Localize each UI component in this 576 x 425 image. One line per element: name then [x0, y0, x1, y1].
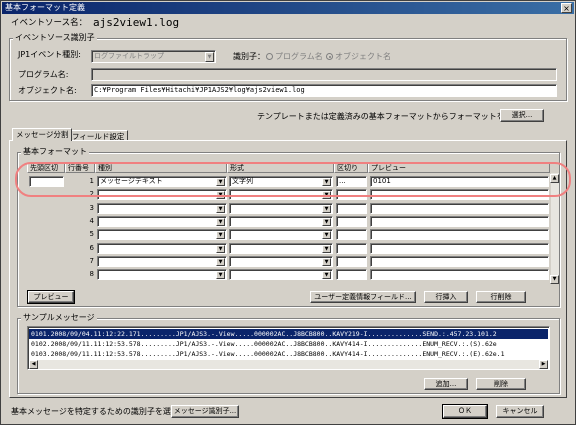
sample-message-list[interactable]: 0101.2008/09/04.11:12:22.171.........JP1…: [27, 326, 550, 370]
type-select[interactable]: ▼: [97, 256, 227, 267]
chevron-down-icon[interactable]: ▼: [322, 231, 331, 239]
ok-button[interactable]: ＯＫ: [442, 404, 488, 419]
type-select[interactable]: ▼: [97, 229, 227, 240]
chevron-down-icon[interactable]: ▼: [322, 258, 331, 266]
radio-program-label: プログラム名: [275, 52, 323, 61]
event-id-group-title: イベントソース識別子: [13, 33, 97, 43]
end-delim-cell[interactable]: [336, 256, 367, 267]
type-select[interactable]: ▼: [97, 216, 227, 227]
sample-messages-title: サンプルメッセージ: [21, 313, 97, 323]
end-delim-cell[interactable]: [336, 216, 367, 227]
chevron-down-icon[interactable]: ▼: [322, 218, 331, 226]
footer-prompt: 基本メッセージを特定するための識別子を選択: [11, 407, 179, 416]
end-delim-cell[interactable]: [336, 229, 367, 240]
chevron-down-icon[interactable]: ▼: [205, 52, 214, 62]
form-select[interactable]: ▼: [229, 256, 333, 267]
event-source-value: ajs2view1.log: [93, 16, 180, 29]
preview-cell: [370, 256, 549, 267]
preview-cell: [370, 269, 549, 280]
event-source-label: イベントソース名：: [11, 18, 88, 28]
preview-cell: [370, 243, 549, 254]
delete-button[interactable]: 削除: [476, 378, 526, 390]
type-select[interactable]: ▼: [97, 269, 227, 280]
window-title: 基本フォーマット定義: [5, 3, 85, 12]
end-delim-cell[interactable]: [336, 243, 367, 254]
basic-format-title: 基本フォーマット: [21, 147, 89, 157]
delete-row-button[interactable]: 行削除: [476, 291, 526, 303]
preview-cell: [370, 229, 549, 240]
chevron-down-icon[interactable]: ▼: [322, 271, 331, 279]
form-select[interactable]: ▼: [229, 203, 333, 214]
list-item[interactable]: 0102.2008/09/11.11:12:53.578.........JP1…: [29, 339, 548, 349]
preview-button[interactable]: プレビュー: [27, 290, 75, 304]
identifier-label: 識別子：: [233, 52, 265, 61]
jp1-type-label: JP1イベント種別:: [18, 50, 81, 59]
form-select[interactable]: ▼: [229, 269, 333, 280]
end-delim-cell[interactable]: [336, 203, 367, 214]
chevron-down-icon[interactable]: ▼: [216, 231, 225, 239]
chevron-down-icon[interactable]: ▼: [322, 205, 331, 213]
close-icon[interactable]: ×: [561, 3, 572, 13]
radio-selected-icon: [326, 53, 333, 60]
chevron-down-icon[interactable]: ▼: [216, 245, 225, 253]
row-number: 6: [89, 244, 94, 252]
end-delim-cell[interactable]: [336, 269, 367, 280]
form-select[interactable]: ▼: [229, 229, 333, 240]
type-select[interactable]: ▼: [97, 243, 227, 254]
jp1-type-select[interactable]: ログファイルトラップ ▼: [91, 50, 216, 63]
program-label: プログラム名:: [18, 70, 69, 79]
object-field[interactable]: C:¥Program Files¥Hitachi¥JP1AJS2¥log¥ajs…: [91, 84, 557, 97]
scroll-down-icon[interactable]: ▼: [550, 275, 559, 284]
chevron-down-icon[interactable]: ▼: [322, 245, 331, 253]
list-item[interactable]: 0101.2008/09/04.11:12:22.171.........JP1…: [29, 329, 548, 339]
select-button[interactable]: 選択...: [500, 109, 544, 122]
radio-icon: [266, 53, 273, 60]
row-number: 7: [89, 257, 94, 265]
chevron-down-icon[interactable]: ▼: [216, 218, 225, 226]
user-def-field-button[interactable]: ユーザー定義情報フィールド...: [310, 291, 416, 303]
preview-cell: [370, 203, 549, 214]
row-number: 8: [89, 270, 94, 278]
radio-program[interactable]: プログラム名: [266, 52, 323, 62]
insert-row-button[interactable]: 行挿入: [424, 291, 468, 303]
form-select[interactable]: ▼: [229, 243, 333, 254]
scroll-right-icon[interactable]: ▶: [539, 360, 548, 369]
cancel-button[interactable]: キャンセル: [496, 405, 544, 418]
radio-object-label: オブジェクト名: [335, 52, 391, 61]
chevron-down-icon[interactable]: ▼: [216, 205, 225, 213]
form-select[interactable]: ▼: [229, 216, 333, 227]
row-number: 3: [89, 204, 94, 212]
add-button[interactable]: 追加...: [424, 378, 468, 390]
dialog-window: 基本フォーマット定義 × イベントソース名： ajs2view1.log イベン…: [0, 0, 576, 425]
tab-message-split[interactable]: メッセージ分割: [12, 128, 73, 141]
chevron-down-icon[interactable]: ▼: [216, 258, 225, 266]
callout-highlight: [15, 162, 571, 197]
title-bar: 基本フォーマット定義 ×: [2, 2, 574, 14]
list-item[interactable]: 0103.2008/09/11.11:12:53.578.........JP1…: [29, 349, 548, 359]
row-number: 4: [89, 217, 94, 225]
message-identifier-button[interactable]: メッセージ識別子...: [171, 405, 239, 418]
template-prompt: テンプレートまたは定義済みの基本フォーマットからフォーマットを選択: [257, 112, 521, 121]
preview-cell: [370, 216, 549, 227]
jp1-type-value: ログファイルトラップ: [94, 52, 164, 60]
sample-hscrollbar[interactable]: [29, 360, 548, 369]
radio-object[interactable]: オブジェクト名: [326, 52, 391, 62]
type-select[interactable]: ▼: [97, 203, 227, 214]
scroll-left-icon[interactable]: ◀: [29, 360, 38, 369]
program-field[interactable]: [91, 68, 557, 81]
chevron-down-icon[interactable]: ▼: [216, 271, 225, 279]
object-label: オブジェクト名:: [18, 86, 77, 95]
row-number: 5: [89, 230, 94, 238]
